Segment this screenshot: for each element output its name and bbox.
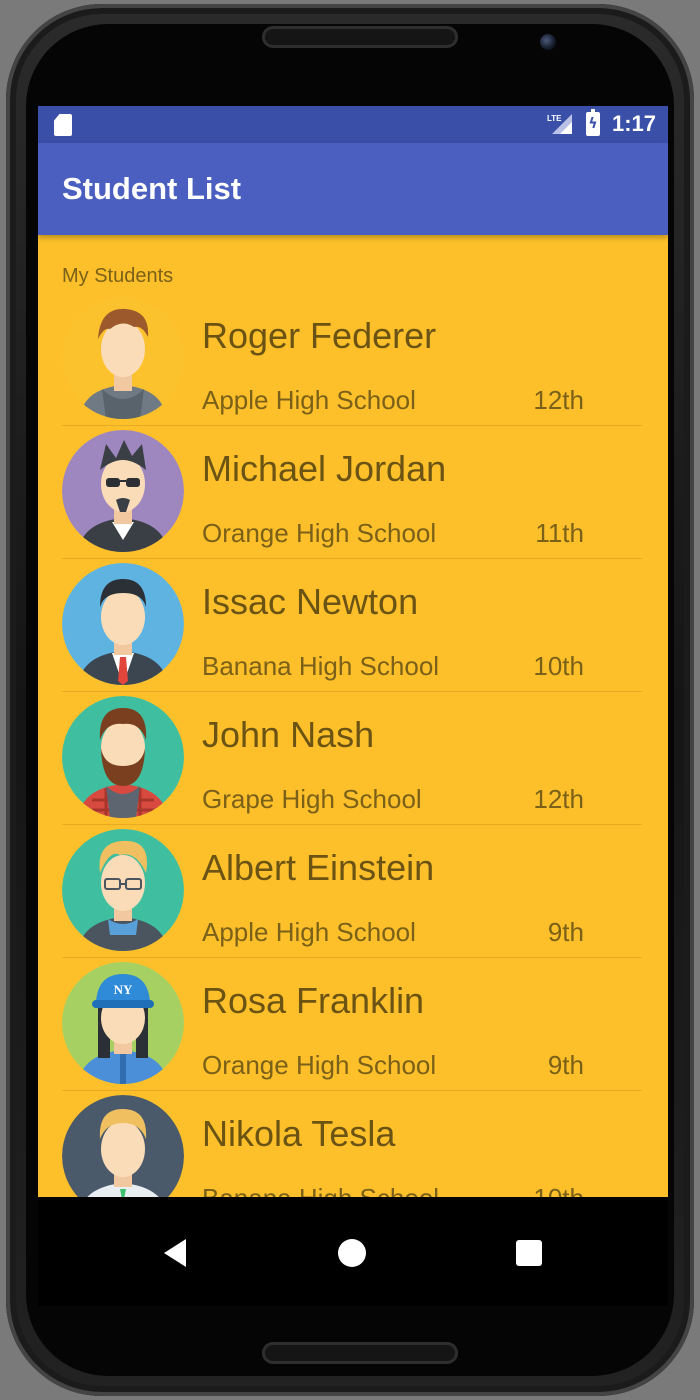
avatar-suit-tie-icon [62, 563, 184, 685]
home-circle-icon[interactable] [338, 1239, 366, 1267]
svg-text:LTE: LTE [547, 114, 562, 123]
back-triangle-icon[interactable] [164, 1239, 186, 1267]
student-name: Nikola Tesla [202, 1113, 396, 1154]
student-grade: 9th [547, 1050, 584, 1080]
avatar-ny-cap-icon: NY [62, 962, 184, 1084]
device-screen: LTE ϟ 1:17 Student List My Students Roge… [38, 106, 668, 1306]
app-title: Student List [62, 171, 242, 206]
student-name: John Nash [202, 714, 375, 755]
student-school: Banana High School [202, 1183, 439, 1197]
student-name: Rosa Franklin [202, 980, 425, 1021]
student-name: Michael Jordan [202, 448, 447, 489]
navigation-bar [38, 1197, 668, 1306]
sd-card-icon [54, 114, 72, 136]
student-grade: 12th [533, 385, 584, 415]
student-row[interactable]: John Nash Grape High School 12th [38, 692, 668, 825]
student-row[interactable]: Michael Jordan Orange High School 11th [38, 426, 668, 559]
student-school: Apple High School [202, 917, 416, 947]
student-grade: 11th [535, 518, 584, 548]
student-grade: 10th [533, 651, 584, 681]
student-row[interactable]: Issac Newton Banana High School 10th [38, 559, 668, 692]
status-bar: LTE ϟ 1:17 [38, 106, 668, 143]
avatar-brown-hair-hoodie-icon [62, 297, 184, 419]
student-list-content[interactable]: My Students Roger Federer Apple High Sch… [38, 235, 668, 1197]
student-name: Roger Federer [202, 315, 437, 356]
recents-square-icon[interactable] [516, 1240, 542, 1266]
avatar-blond-shirt-icon [62, 1095, 184, 1197]
student-grade: 10th [533, 1183, 584, 1197]
avatar-glasses-blond-icon [62, 829, 184, 951]
student-list[interactable]: Roger Federer Apple High School 12th Mic… [38, 293, 668, 1197]
student-school: Orange High School [202, 518, 437, 548]
student-row[interactable]: Albert Einstein Apple High School 9th [38, 825, 668, 958]
student-grade: 9th [547, 917, 584, 947]
app-bar: Student List [38, 143, 668, 235]
student-school: Orange High School [202, 1050, 437, 1080]
student-row[interactable]: NY Rosa Franklin Orange High School 9th [38, 958, 668, 1091]
student-school: Grape High School [202, 784, 422, 814]
student-school: Apple High School [202, 385, 416, 415]
student-name: Albert Einstein [202, 847, 435, 888]
avatar-full-beard-icon [62, 696, 184, 818]
svg-text:NY: NY [114, 982, 133, 997]
bottom-speaker [262, 1342, 458, 1364]
top-speaker [262, 26, 458, 48]
front-camera-icon [540, 34, 556, 50]
battery-charging-icon: ϟ [586, 109, 600, 136]
student-row[interactable]: Nikola Tesla Banana High School 10th [38, 1091, 668, 1197]
student-row[interactable]: Roger Federer Apple High School 12th [38, 293, 668, 426]
student-school: Banana High School [202, 651, 440, 681]
student-grade: 12th [533, 784, 584, 814]
student-name: Issac Newton [202, 581, 419, 622]
section-label: My Students [62, 265, 174, 287]
lte-signal-icon: LTE [547, 114, 572, 134]
status-time: 1:17 [612, 111, 657, 136]
avatar-sunglasses-beard-icon [62, 430, 184, 552]
